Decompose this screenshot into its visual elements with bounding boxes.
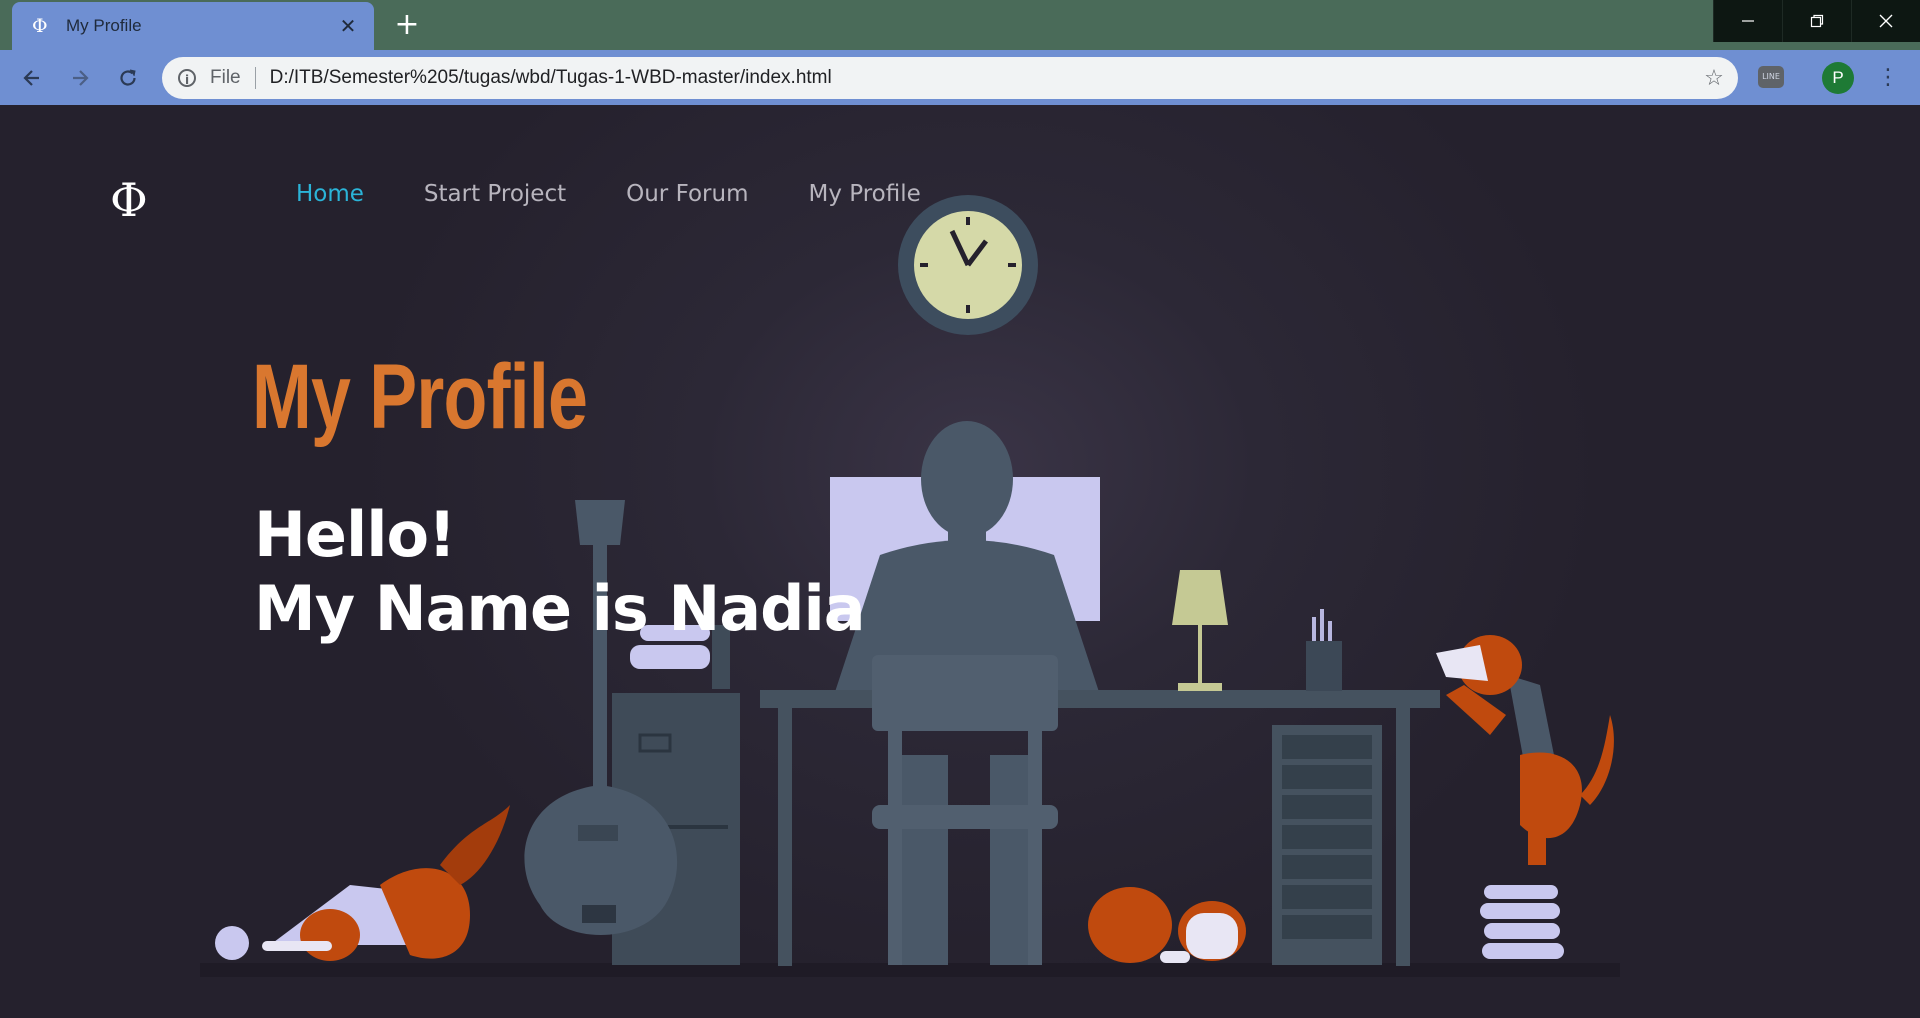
tab-title: My Profile — [66, 16, 142, 35]
browser-toolbar: i File D:/ITB/Semester%205/tugas/wbd/Tug… — [0, 50, 1920, 105]
chair — [872, 655, 1058, 965]
greeting-line-2: My Name is Nadia — [254, 572, 866, 645]
address-scheme: File — [210, 67, 241, 88]
dog-left — [215, 805, 510, 961]
greeting: Hello! My Name is Nadia — [254, 498, 866, 646]
page-title: My Profile — [252, 346, 588, 448]
site-logo[interactable]: Φ — [110, 173, 148, 227]
reload-icon[interactable] — [112, 62, 144, 94]
arrow-right-icon[interactable] — [64, 62, 96, 94]
info-icon[interactable]: i — [178, 69, 196, 87]
close-icon[interactable] — [1851, 0, 1920, 42]
line-extension-icon[interactable]: LINE — [1758, 66, 1784, 88]
pencil-cup — [1306, 641, 1342, 691]
browser-titlebar: Φ My Profile ✕ + — [0, 0, 1920, 50]
profile-avatar[interactable]: P — [1822, 62, 1854, 94]
star-icon[interactable]: ☆ — [1696, 66, 1732, 91]
browser-tab[interactable]: Φ My Profile ✕ — [12, 2, 374, 50]
desk-lamp — [1172, 570, 1228, 691]
dog-sleeping — [1088, 887, 1246, 963]
nav-my-profile[interactable]: My Profile — [809, 181, 921, 207]
tab-close-icon[interactable]: ✕ — [334, 12, 362, 40]
nav-start-project[interactable]: Start Project — [424, 181, 566, 207]
vertical-dots-icon[interactable]: ⋮ — [1876, 62, 1900, 94]
arrow-left-icon[interactable] — [16, 62, 48, 94]
nav-home[interactable]: Home — [296, 181, 364, 207]
window-controls — [1713, 0, 1920, 42]
dog-right — [1436, 635, 1614, 959]
restore-icon[interactable] — [1782, 0, 1851, 42]
address-url[interactable]: D:/ITB/Semester%205/tugas/wbd/Tugas-1-WB… — [270, 67, 1696, 89]
address-separator — [254, 67, 256, 89]
greeting-line-1: Hello! — [254, 498, 456, 571]
address-bar[interactable]: i File D:/ITB/Semester%205/tugas/wbd/Tug… — [162, 57, 1738, 99]
nav-our-forum[interactable]: Our Forum — [626, 181, 748, 207]
page-content: Φ Home Start Project Our Forum My Profil… — [0, 105, 1920, 1018]
tab-favicon-icon: Φ — [32, 15, 48, 37]
main-nav: Home Start Project Our Forum My Profile — [296, 181, 921, 207]
minimize-icon[interactable] — [1713, 0, 1782, 42]
new-tab-button[interactable]: + — [390, 8, 424, 42]
wall-clock-icon — [898, 195, 1038, 335]
